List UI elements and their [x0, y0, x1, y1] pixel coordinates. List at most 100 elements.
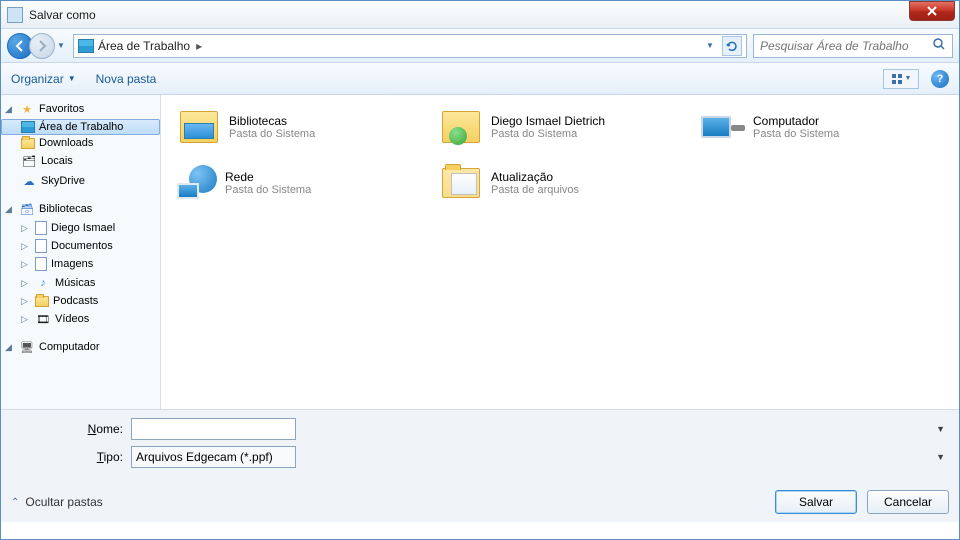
titlebar: Salvar como: [1, 1, 959, 29]
favorites-label: Favoritos: [39, 103, 84, 115]
sidebar-item-label: Área de Trabalho: [39, 121, 123, 133]
address-text: Área de Trabalho: [98, 39, 190, 53]
chevron-down-icon[interactable]: ▼: [936, 424, 945, 434]
sidebar-group-libraries: ◢ 🗃 Bibliotecas ▷Diego Ismael ▷ Documento…: [1, 199, 160, 329]
caret-down-icon: ◢: [5, 104, 15, 115]
sidebar-item-desktop[interactable]: Área de Trabalho: [1, 119, 160, 135]
row-filename: NNome:ome: ▼: [11, 418, 949, 440]
filename-input[interactable]: [131, 418, 296, 440]
nav-arrows: ▼: [7, 33, 67, 59]
sidebar-item-downloads[interactable]: Downloads: [1, 135, 160, 151]
organize-button[interactable]: Organizar ▼: [11, 72, 76, 86]
caret-right-icon: ▷: [21, 314, 31, 325]
sidebar-item-label: Podcasts: [53, 295, 98, 307]
hide-folders-label: Ocultar pastas: [25, 495, 102, 509]
name-label: NNome:ome:: [11, 422, 131, 436]
sidebar-item-label: Vídeos: [55, 313, 89, 325]
caret-right-icon: ▷: [21, 241, 31, 252]
breadcrumb-chevron-icon[interactable]: ▸: [196, 39, 202, 53]
arrow-left-icon: [13, 39, 27, 53]
new-folder-label: Nova pasta: [96, 72, 157, 86]
item-desc: Pasta do Sistema: [225, 184, 311, 196]
doc-icon: [35, 221, 47, 235]
address-dropdown[interactable]: ▼: [700, 36, 720, 56]
row-filetype: Tipo: ▼: [11, 446, 949, 468]
sidebar-header-favorites[interactable]: ◢ ★ Favoritos: [1, 99, 160, 119]
cancel-button[interactable]: Cancelar: [867, 490, 949, 514]
sidebar-item-places[interactable]: 🗂 Locais: [1, 151, 160, 171]
chevron-down-icon[interactable]: ▼: [936, 452, 945, 462]
sidebar-group-favorites: ◢ ★ Favoritos Área de Trabalho Downloads…: [1, 99, 160, 191]
sidebar-item-podcasts[interactable]: ▷Podcasts: [1, 293, 160, 309]
network-icon: [177, 165, 217, 201]
arrow-right-icon: [35, 39, 49, 53]
item-network[interactable]: Rede Pasta do Sistema: [173, 159, 423, 207]
caret-right-icon: ▷: [21, 259, 31, 270]
chevron-up-icon: ⌃: [11, 497, 19, 508]
doc-icon: [35, 239, 47, 253]
item-name: Diego Ismael Dietrich: [491, 114, 605, 128]
new-folder-button[interactable]: Nova pasta: [96, 72, 157, 86]
sidebar-item-user[interactable]: ▷Diego Ismael: [1, 219, 160, 237]
app-icon: [7, 7, 23, 23]
sidebar-header-computer[interactable]: ◢ 🖥 Computador: [1, 337, 160, 357]
help-button[interactable]: ?: [931, 70, 949, 88]
item-folder-atualizacao[interactable]: Atualização Pasta de arquivos: [435, 159, 685, 207]
sidebar[interactable]: ◢ ★ Favoritos Área de Trabalho Downloads…: [1, 95, 161, 409]
folder-icon: [21, 138, 35, 149]
nav-forward-button[interactable]: [29, 33, 55, 59]
item-computer[interactable]: Computador Pasta do Sistema: [697, 103, 947, 151]
help-icon: ?: [937, 73, 944, 85]
sidebar-item-label: SkyDrive: [41, 175, 85, 187]
item-grid: Bibliotecas Pasta do Sistema Diego Ismae…: [173, 103, 947, 207]
sidebar-item-label: Locais: [41, 155, 73, 167]
refresh-button[interactable]: [722, 36, 742, 56]
image-icon: [35, 257, 47, 271]
searchbox[interactable]: [753, 34, 953, 58]
music-icon: ♪: [35, 275, 51, 291]
hide-folders-toggle[interactable]: ⌃ Ocultar pastas: [11, 495, 103, 509]
sidebar-group-computer: ◢ 🖥 Computador: [1, 337, 160, 357]
item-name: Bibliotecas: [229, 114, 315, 128]
close-icon: [926, 5, 938, 17]
view-mode-button[interactable]: ▼: [883, 69, 919, 89]
sidebar-item-label: Documentos: [51, 240, 113, 252]
content-area[interactable]: Bibliotecas Pasta do Sistema Diego Ismae…: [161, 95, 959, 409]
search-input[interactable]: [760, 39, 932, 53]
close-button[interactable]: [909, 1, 955, 21]
save-button[interactable]: Salvar: [775, 490, 857, 514]
sidebar-item-music[interactable]: ▷ ♪ Músicas: [1, 273, 160, 293]
organize-label: Organizar: [11, 72, 64, 86]
sidebar-item-label: Músicas: [55, 277, 95, 289]
type-label: Tipo:: [11, 450, 131, 464]
item-name: Rede: [225, 170, 311, 184]
item-libraries[interactable]: Bibliotecas Pasta do Sistema: [173, 103, 423, 151]
view-icon: [891, 73, 903, 85]
places-icon: 🗂: [21, 153, 37, 169]
library-icon: [180, 111, 218, 143]
sidebar-item-videos[interactable]: ▷🎞Vídeos: [1, 309, 160, 329]
sidebar-item-documents[interactable]: ▷ Documentos: [1, 237, 160, 255]
item-desc: Pasta do Sistema: [753, 128, 839, 140]
item-desc: Pasta de arquivos: [491, 184, 579, 196]
caret-right-icon: ▷: [21, 223, 31, 234]
item-user[interactable]: Diego Ismael Dietrich Pasta do Sistema: [435, 103, 685, 151]
filetype-select[interactable]: [131, 446, 296, 468]
search-icon[interactable]: [932, 37, 946, 54]
folder-icon: [35, 296, 49, 307]
sidebar-header-libraries[interactable]: ◢ 🗃 Bibliotecas: [1, 199, 160, 219]
caret-down-icon: ◢: [5, 204, 15, 215]
item-name: Atualização: [491, 170, 579, 184]
computer-icon: 🖥: [19, 339, 35, 355]
item-desc: Pasta do Sistema: [229, 128, 315, 140]
sidebar-item-images[interactable]: ▷Imagens: [1, 255, 160, 273]
item-name: Computador: [753, 114, 839, 128]
refresh-icon: [726, 40, 738, 52]
user-folder-icon: [439, 107, 483, 147]
addressbar[interactable]: Área de Trabalho ▸ ▼: [73, 34, 747, 58]
nav-history-dropdown[interactable]: ▼: [55, 34, 67, 58]
computer-label: Computador: [39, 341, 100, 353]
item-desc: Pasta do Sistema: [491, 128, 605, 140]
sidebar-item-skydrive[interactable]: ☁ SkyDrive: [1, 171, 160, 191]
caret-right-icon: ▷: [21, 278, 31, 289]
